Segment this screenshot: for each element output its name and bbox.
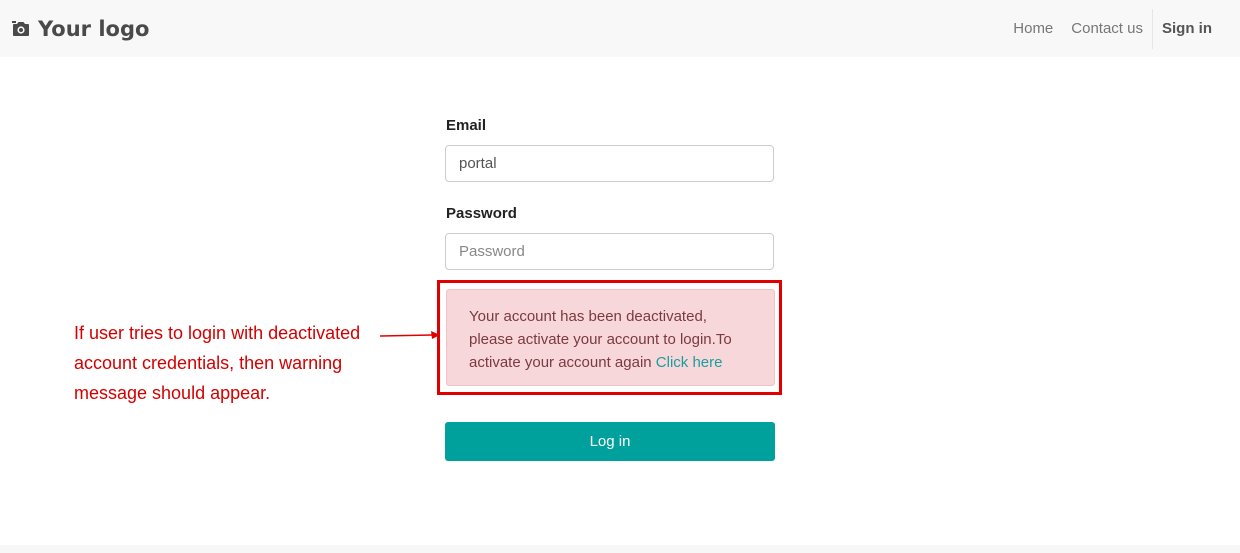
password-label: Password	[446, 205, 517, 222]
annotation-highlight-box	[437, 280, 782, 395]
email-label: Email	[446, 117, 487, 134]
brand-logo[interactable]: Your logo	[12, 15, 149, 43]
nav-signin-link[interactable]: Sign in	[1153, 20, 1240, 37]
footer-strip	[0, 545, 1240, 553]
nav-home-link[interactable]: Home	[1004, 20, 1062, 37]
annotation-arrow-icon	[380, 331, 440, 339]
nav-contact-link[interactable]: Contact us	[1062, 20, 1152, 37]
email-field[interactable]	[445, 145, 774, 182]
login-button[interactable]: Log in	[445, 422, 775, 461]
password-field[interactable]	[445, 233, 774, 270]
annotation-text: If user tries to login with deactivated …	[74, 323, 361, 403]
nav-menu: Home Contact us Sign in	[1004, 0, 1240, 57]
camera-icon	[12, 21, 29, 36]
top-navbar: Your logo Home Contact us Sign in	[0, 0, 1240, 57]
logo-text: Your logo	[38, 17, 150, 41]
